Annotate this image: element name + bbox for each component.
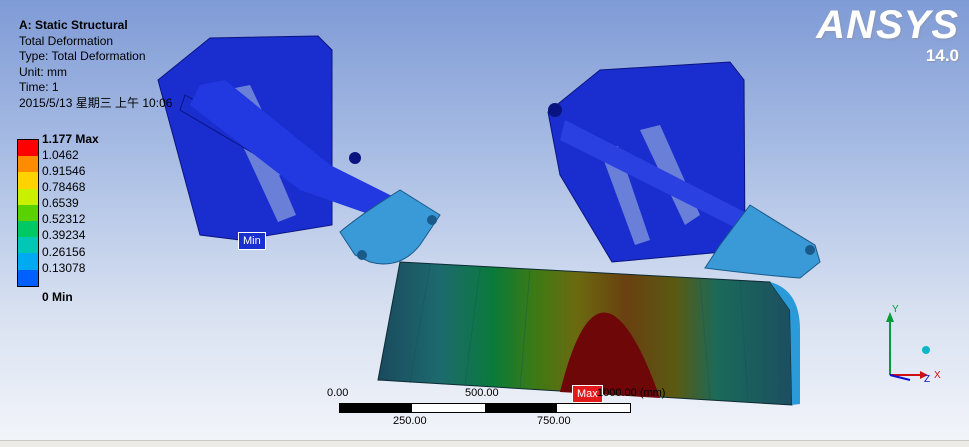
result-unit: Unit: mm	[19, 64, 67, 79]
y-axis-label: Y	[892, 304, 899, 315]
legend-label: 0.78468	[42, 180, 86, 194]
scale-tick-label: 750.00	[537, 415, 571, 427]
scale-segment	[485, 404, 557, 412]
legend-label: 1.0462	[42, 148, 79, 162]
z-axis-label: Z	[924, 374, 930, 385]
legend-label: 1.177 Max	[42, 132, 99, 146]
scale-tick-label: 0.00	[327, 387, 349, 399]
legend-swatch	[18, 237, 38, 254]
isometric-view-ball[interactable]	[922, 346, 930, 354]
result-name: Total Deformation	[19, 33, 114, 48]
legend-swatch	[18, 156, 38, 173]
scale-ruler: 0.00 500.00 1000.00 (mm) 250.00 750.00	[327, 387, 665, 432]
logo-version: 14.0	[925, 46, 959, 65]
deformed-plate	[377, 261, 800, 406]
result-info: A: Static Structural Total Deformation T…	[19, 18, 172, 111]
legend-label: 0 Min	[42, 290, 73, 304]
legend-label: 0.52312	[42, 212, 86, 226]
min-probe-label[interactable]: Min	[238, 232, 266, 250]
coordinate-triad[interactable]: Y X Z	[880, 300, 950, 390]
legend-label: 0.26156	[42, 245, 86, 259]
logo-brand: ANSYS	[816, 3, 959, 47]
legend-label: 0.6539	[42, 196, 79, 210]
legend-swatch	[18, 188, 38, 205]
analysis-title: A: Static Structural	[19, 18, 128, 32]
scale-tick-label: 1000.00 (mm)	[597, 387, 666, 399]
legend-swatch	[18, 140, 38, 157]
legend-color-bar	[17, 139, 39, 287]
result-time: Time: 1	[19, 80, 59, 94]
scale-tick-label: 250.00	[393, 415, 427, 427]
right-bracket	[547, 61, 821, 279]
legend-swatch	[18, 204, 38, 221]
scale-segment	[340, 404, 412, 412]
legend-label: 0.91546	[42, 164, 86, 178]
scale-bar	[339, 403, 631, 413]
scale-tick-label: 500.00	[465, 387, 499, 399]
x-axis-label: X	[934, 370, 941, 381]
legend-swatch	[18, 253, 38, 270]
legend-swatch	[18, 220, 38, 238]
legend-swatch	[18, 269, 38, 286]
left-bracket	[157, 35, 441, 265]
legend-label: 0.13078	[42, 261, 86, 275]
ansys-logo: ANSYS 14.0	[816, 4, 959, 66]
result-date: 2015/5/13 星期三 上午 10:06	[19, 95, 173, 110]
legend-label: 0.39234	[42, 228, 86, 242]
result-type: Type: Total Deformation	[19, 49, 146, 63]
legend-swatch	[18, 172, 38, 189]
